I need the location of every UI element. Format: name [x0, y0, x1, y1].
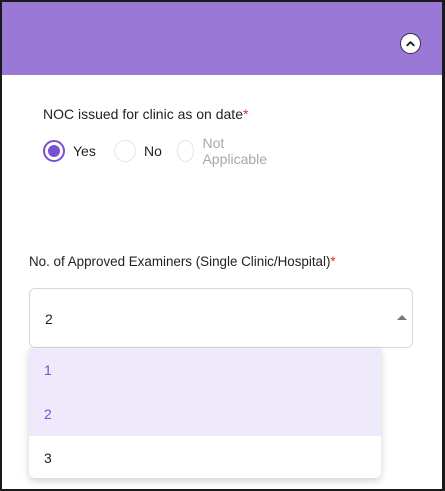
examiners-label-text: No. of Approved Examiners (Single Clinic…: [29, 254, 331, 269]
select-current-value: 2: [45, 311, 53, 327]
dropdown-option-label: 3: [44, 450, 52, 466]
collapse-button[interactable]: [400, 33, 421, 54]
radio-no-label: No: [144, 143, 162, 159]
dropdown-option-label: 1: [44, 362, 52, 378]
noc-question-label: NOC issued for clinic as on date*: [43, 106, 248, 122]
chevron-up-icon: [406, 41, 415, 47]
dropdown-option-label: 2: [44, 406, 52, 422]
radio-option-not-applicable[interactable]: Not Applicable: [177, 135, 272, 167]
radio-yes-button[interactable]: [43, 140, 65, 162]
section-header: [2, 2, 443, 75]
dropdown-option-2[interactable]: 2: [29, 392, 381, 436]
dropdown-option-3[interactable]: 3: [29, 436, 381, 478]
radio-option-no[interactable]: No: [114, 139, 162, 163]
examiners-field-label: No. of Approved Examiners (Single Clinic…: [29, 254, 336, 269]
radio-no-button[interactable]: [114, 140, 136, 162]
radio-yes-label: Yes: [73, 143, 96, 159]
examiners-dropdown-menu: 1 2 3: [29, 348, 381, 478]
radio-not-applicable-button[interactable]: [177, 140, 195, 162]
radio-option-yes[interactable]: Yes: [43, 139, 96, 163]
noc-question-text: NOC issued for clinic as on date: [43, 106, 243, 122]
caret-up-icon[interactable]: [397, 315, 407, 320]
dropdown-option-1[interactable]: 1: [29, 348, 381, 392]
required-asterisk: *: [330, 254, 336, 269]
radio-not-applicable-label: Not Applicable: [202, 135, 268, 167]
form-panel: NOC issued for clinic as on date* Yes No…: [0, 0, 445, 491]
examiners-select[interactable]: 2: [29, 288, 413, 348]
required-asterisk: *: [242, 106, 249, 122]
